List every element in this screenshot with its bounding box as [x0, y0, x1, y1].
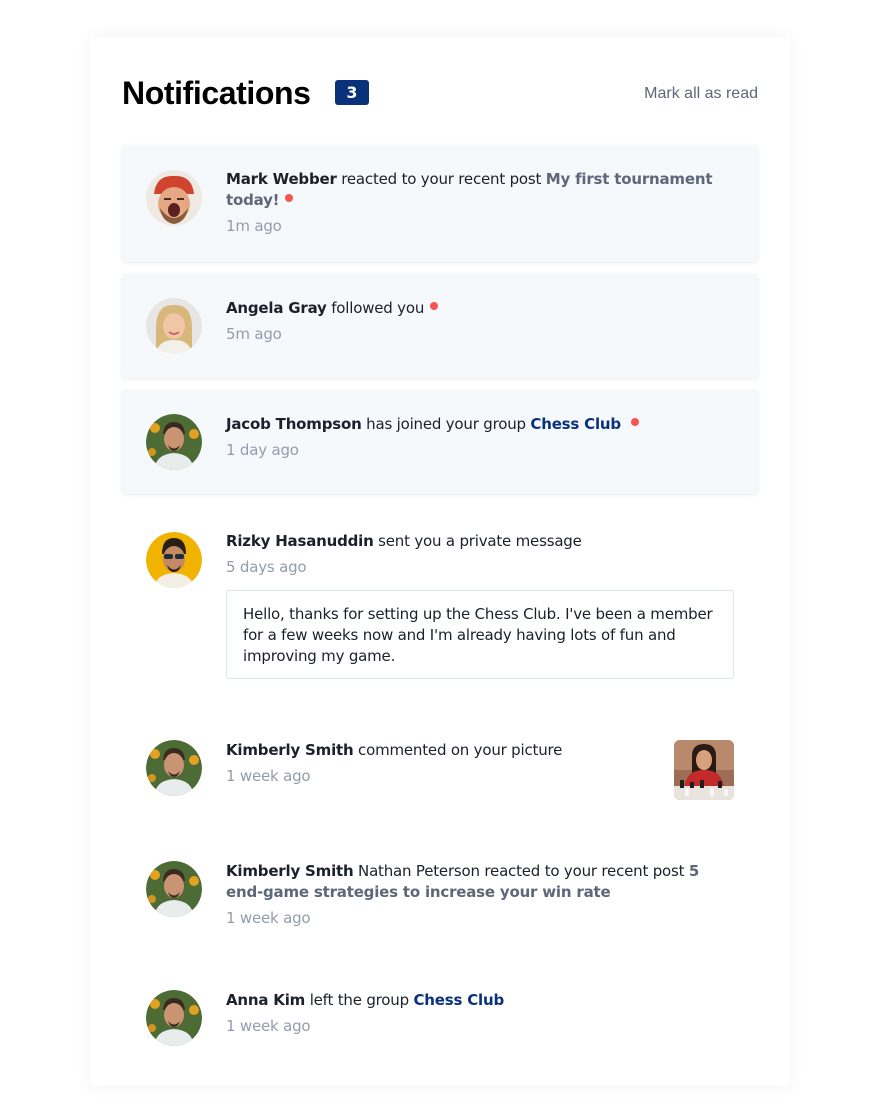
notification-time: 1m ago — [226, 217, 282, 235]
notification-text: Rizky Hasanuddin sent you a private mess… — [226, 531, 716, 578]
avatar-jacob-thompson[interactable] — [146, 414, 202, 470]
notification-item[interactable]: Jacob Thompson has joined your group Che… — [122, 390, 758, 494]
notification-item[interactable]: Anna Kim left the group Chess Club 1 wee… — [122, 966, 758, 1070]
notification-item[interactable]: Kimberly Smith Nathan Peterson reacted t… — [122, 837, 758, 965]
notification-action: has joined your group — [366, 415, 526, 433]
notification-time: 1 week ago — [226, 767, 311, 785]
avatar-kimberly-smith[interactable] — [146, 861, 202, 917]
notifications-header: Notifications 3 Mark all as read — [122, 75, 758, 111]
notification-group-link[interactable]: Chess Club — [530, 415, 621, 433]
notification-time: 5m ago — [226, 325, 282, 343]
unread-dot-icon — [630, 418, 639, 426]
chess-picture-thumbnail[interactable] — [674, 740, 734, 800]
notification-action: commented on your picture — [358, 741, 563, 759]
notification-user-name[interactable]: Jacob Thompson — [226, 415, 362, 433]
avatar-rizky-hasanuddin[interactable] — [146, 532, 202, 588]
private-message-preview[interactable]: Hello, thanks for setting up the Chess C… — [226, 590, 734, 679]
avatar-anna-kim[interactable] — [146, 990, 202, 1046]
page-title: Notifications — [122, 75, 311, 111]
notification-action: followed you — [331, 299, 425, 317]
notification-time: 1 week ago — [226, 909, 311, 927]
notification-item[interactable]: Angela Gray followed you 5m ago — [122, 274, 758, 378]
notification-action: reacted to your recent post — [341, 170, 542, 188]
unread-count-badge: 3 — [335, 80, 369, 105]
notification-text: Anna Kim left the group Chess Club 1 wee… — [226, 990, 716, 1037]
avatar-angela-gray[interactable] — [146, 298, 202, 354]
notification-text: Angela Gray followed you 5m ago — [226, 298, 716, 345]
notification-time: 5 days ago — [226, 558, 307, 576]
notification-time: 1 week ago — [226, 1017, 311, 1035]
notification-user-name[interactable]: Kimberly Smith — [226, 741, 354, 759]
notification-time: 1 day ago — [226, 441, 299, 459]
avatar-kimberly-smith[interactable] — [146, 740, 202, 796]
notifications-card: Notifications 3 Mark all as read Mark We… — [90, 37, 790, 1086]
unread-dot-icon — [430, 302, 439, 310]
notification-group-link[interactable]: Chess Club — [413, 991, 504, 1009]
notification-action: left the group — [309, 991, 409, 1009]
notification-user-name[interactable]: Angela Gray — [226, 299, 327, 317]
notification-text: Kimberly Smith Nathan Peterson reacted t… — [226, 861, 716, 929]
notification-user-name[interactable]: Kimberly Smith — [226, 862, 354, 880]
notification-user-name[interactable]: Rizky Hasanuddin — [226, 532, 374, 550]
notification-item[interactable]: Kimberly Smith commented on your picture… — [122, 716, 758, 820]
avatar-mark-webber[interactable] — [146, 170, 202, 226]
notification-action: sent you a private message — [378, 532, 582, 550]
mark-all-as-read-button[interactable]: Mark all as read — [644, 84, 758, 104]
notification-text: Kimberly Smith commented on your picture… — [226, 740, 646, 787]
notification-user-name[interactable]: Anna Kim — [226, 991, 305, 1009]
notification-text: Mark Webber reacted to your recent post … — [226, 169, 716, 237]
notification-item[interactable]: Mark Webber reacted to your recent post … — [122, 145, 758, 262]
notification-user-name[interactable]: Mark Webber — [226, 170, 337, 188]
unread-dot-icon — [285, 194, 294, 202]
notification-text: Jacob Thompson has joined your group Che… — [226, 414, 716, 461]
notification-action: Nathan Peterson reacted to your recent p… — [358, 862, 685, 880]
